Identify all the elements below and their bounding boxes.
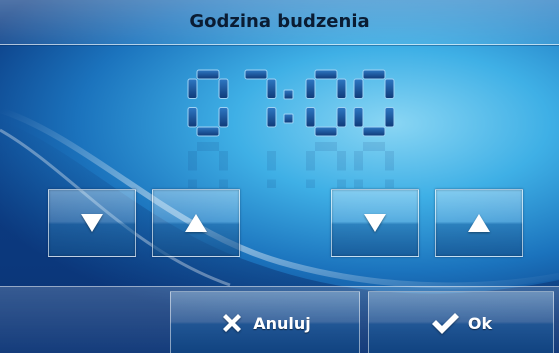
digit-reflection: [219, 179, 228, 188]
hour-tens-digit: [187, 69, 229, 188]
minute-up-button[interactable]: [435, 189, 523, 257]
digit-segment: [362, 69, 386, 80]
digit-segment: [305, 78, 316, 99]
minute-down-button[interactable]: [331, 189, 419, 257]
hour-up-button[interactable]: [152, 189, 240, 257]
digit-reflection: [354, 179, 363, 188]
digit-segment: [244, 69, 268, 80]
digit-reflection: [315, 142, 337, 151]
digit-reflection: [337, 151, 346, 171]
arrow-up-icon: [185, 214, 207, 232]
minute-tens-digit: [305, 69, 347, 188]
digit-segment: [336, 107, 347, 128]
digit-segment: [305, 107, 316, 128]
digit-segment: [187, 107, 198, 128]
arrow-down-icon: [81, 214, 103, 232]
digit-segment: [314, 69, 338, 80]
digit-segment: [196, 126, 220, 137]
digit-segment: [218, 107, 229, 128]
screen: Godzina budzenia 07 : 00 Anuluj Ok: [0, 0, 559, 353]
digit-segment: [187, 78, 198, 99]
digit-segment: [362, 126, 386, 137]
hour-ones-digit: [244, 69, 277, 188]
digit-segment: [218, 78, 229, 99]
digit-reflection: [188, 151, 197, 171]
digit-segment: [336, 78, 347, 99]
digit-reflection: [306, 151, 315, 171]
arrow-up-icon: [468, 214, 490, 232]
digit-segment: [384, 78, 395, 99]
digit-segment: [353, 107, 364, 128]
colon-dot-top: [283, 89, 294, 100]
digit-reflection: [306, 179, 315, 188]
digit-segment: [384, 107, 395, 128]
digit-reflection: [197, 142, 219, 151]
digit-segment: [196, 69, 220, 80]
colon-dot-bottom: [283, 113, 294, 124]
hour-down-button[interactable]: [48, 189, 136, 257]
digit-reflection: [219, 151, 228, 171]
digit-segment: [266, 78, 277, 99]
page-title: Godzina budzenia: [189, 11, 370, 32]
cancel-label: Anuluj: [253, 313, 311, 333]
digit-reflection: [188, 179, 197, 188]
digit-reflection: [354, 151, 363, 171]
arrow-down-icon: [364, 214, 386, 232]
digit-reflection: [385, 179, 394, 188]
digit-reflection: [337, 179, 346, 188]
digit-segment: [314, 126, 338, 137]
digit-reflection: [363, 142, 385, 151]
seven-segment-clock: [187, 69, 395, 188]
digit-reflection: [385, 151, 394, 171]
ok-button[interactable]: Ok: [368, 291, 554, 353]
time-display: 07 : 00: [0, 48, 559, 188]
digit-segment: [266, 107, 277, 128]
x-icon: [223, 314, 242, 332]
minute-ones-digit: [353, 69, 395, 188]
digit-reflection: [267, 179, 276, 188]
digit-segment: [353, 78, 364, 99]
ok-label: Ok: [467, 313, 493, 333]
digit-reflection: [267, 151, 276, 171]
cancel-button[interactable]: Anuluj: [170, 291, 360, 353]
check-icon: [431, 313, 459, 334]
